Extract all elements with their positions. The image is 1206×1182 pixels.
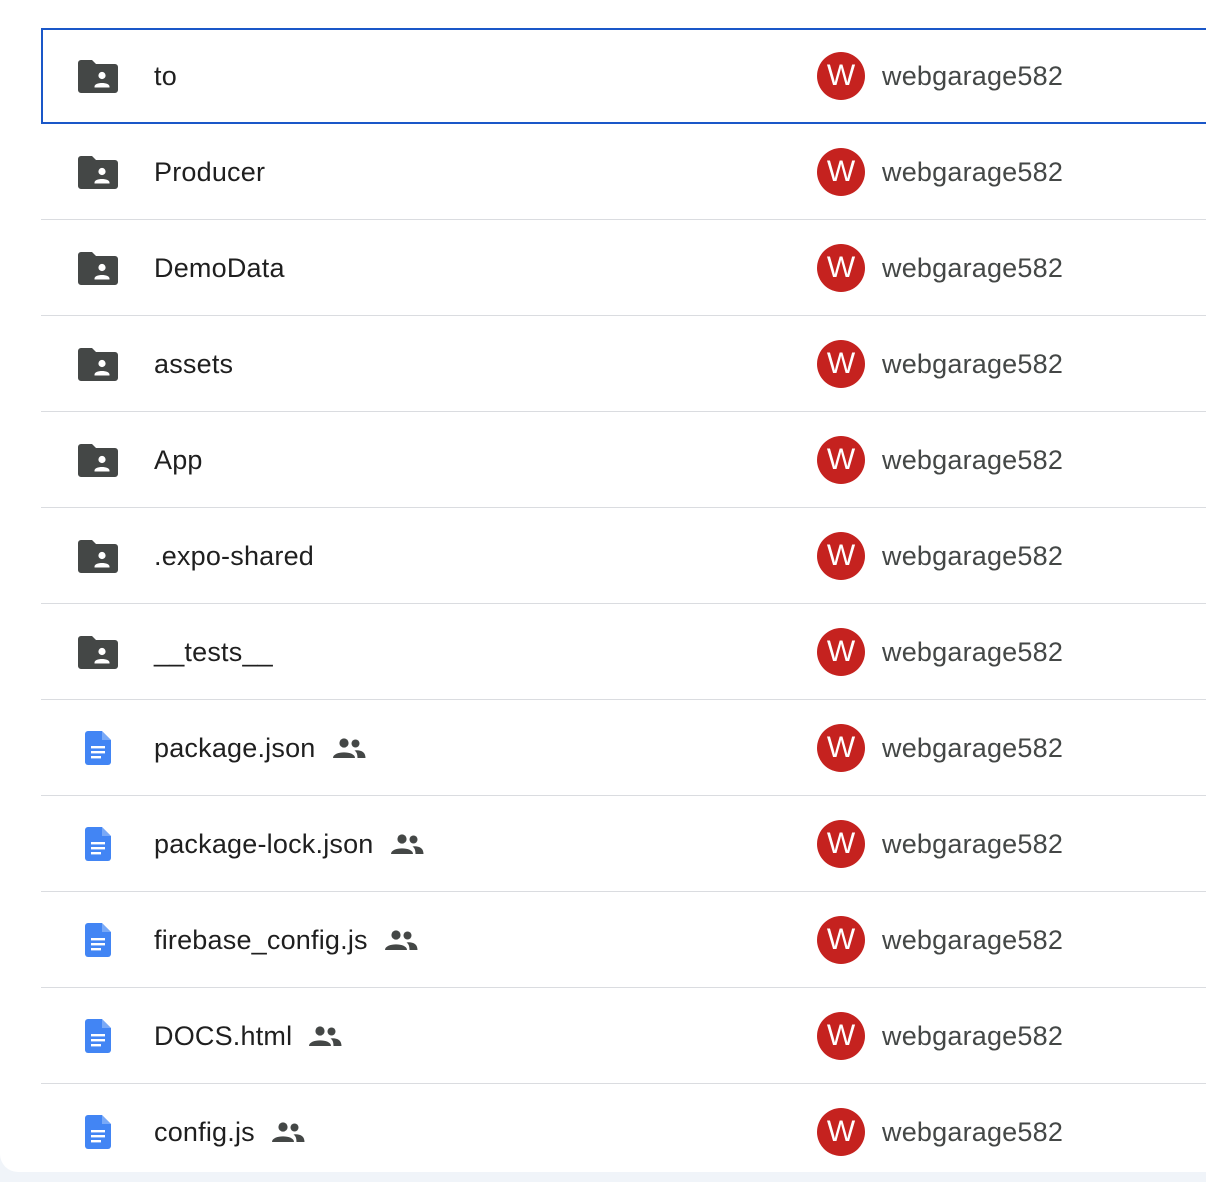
file-row[interactable]: firebase_config.js W webgarage582	[41, 892, 1206, 988]
owner-cell: W webgarage582	[817, 988, 1063, 1084]
owner-cell: W webgarage582	[817, 700, 1063, 796]
owner-name: webgarage582	[882, 924, 1064, 955]
file-name-cell: App	[154, 412, 203, 508]
file-row[interactable]: assets W webgarage582	[41, 316, 1206, 412]
shared-folder-icon	[77, 248, 119, 288]
owner-cell: W webgarage582	[817, 508, 1063, 604]
file-name: package-lock.json	[154, 828, 374, 859]
owner-cell: W webgarage582	[817, 1084, 1063, 1180]
owner-avatar: W	[817, 916, 865, 964]
file-row[interactable]: package-lock.json W webgarage582	[41, 796, 1206, 892]
file-name-cell: package-lock.json	[154, 796, 424, 892]
owner-name: webgarage582	[882, 1020, 1064, 1051]
owner-name: webgarage582	[882, 732, 1064, 763]
owner-avatar: W	[817, 724, 865, 772]
document-icon	[77, 824, 119, 864]
file-row[interactable]: DemoData W webgarage582	[41, 220, 1206, 316]
file-name: .expo-shared	[154, 540, 314, 571]
file-row[interactable]: Producer W webgarage582	[41, 124, 1206, 220]
file-name: assets	[154, 348, 234, 379]
file-row[interactable]: config.js W webgarage582	[41, 1084, 1206, 1180]
file-name: Producer	[154, 156, 266, 187]
owner-name: webgarage582	[882, 636, 1064, 667]
owner-avatar: W	[817, 1012, 865, 1060]
owner-name: webgarage582	[882, 156, 1064, 187]
file-name: __tests__	[154, 636, 273, 667]
file-name: App	[154, 444, 203, 475]
owner-avatar: W	[817, 436, 865, 484]
owner-cell: W webgarage582	[817, 124, 1063, 220]
shared-folder-icon	[77, 344, 119, 384]
document-icon	[77, 728, 119, 768]
file-name-cell: firebase_config.js	[154, 892, 418, 988]
document-icon	[77, 1112, 119, 1152]
shared-folder-icon	[77, 536, 119, 576]
file-name: DemoData	[154, 252, 285, 283]
shared-folder-icon	[77, 152, 119, 192]
file-name-cell: __tests__	[154, 604, 273, 700]
document-icon	[77, 920, 119, 960]
owner-cell: W webgarage582	[817, 892, 1063, 988]
shared-people-icon	[308, 1025, 342, 1047]
file-name-cell: assets	[154, 316, 233, 412]
owner-avatar: W	[817, 820, 865, 868]
file-name: to	[154, 60, 177, 91]
file-name-cell: .expo-shared	[154, 508, 314, 604]
file-row[interactable]: package.json W webgarage582	[41, 700, 1206, 796]
file-name-cell: DOCS.html	[154, 988, 342, 1084]
file-row[interactable]: DOCS.html W webgarage582	[41, 988, 1206, 1084]
owner-avatar: W	[817, 628, 865, 676]
file-name: firebase_config.js	[154, 924, 368, 955]
shared-folder-icon	[77, 440, 119, 480]
owner-name: webgarage582	[882, 540, 1064, 571]
owner-avatar: W	[817, 52, 865, 100]
owner-avatar: W	[817, 148, 865, 196]
owner-name: webgarage582	[882, 60, 1064, 91]
shared-people-icon	[384, 929, 418, 951]
shared-people-icon	[332, 737, 366, 759]
file-name-cell: config.js	[154, 1084, 305, 1180]
document-icon	[77, 1016, 119, 1056]
owner-cell: W webgarage582	[817, 796, 1063, 892]
owner-cell: W webgarage582	[817, 604, 1063, 700]
owner-avatar: W	[817, 532, 865, 580]
file-name: package.json	[154, 732, 316, 763]
owner-avatar: W	[817, 1108, 865, 1156]
file-row[interactable]: App W webgarage582	[41, 412, 1206, 508]
file-list: to W webgarage582 Producer W webgarage58…	[41, 28, 1206, 1180]
shared-folder-icon	[77, 632, 119, 672]
owner-name: webgarage582	[882, 828, 1064, 859]
owner-name: webgarage582	[882, 348, 1064, 379]
file-name: DOCS.html	[154, 1020, 293, 1051]
owner-avatar: W	[817, 244, 865, 292]
owner-cell: W webgarage582	[817, 316, 1063, 412]
file-name-cell: to	[154, 30, 177, 122]
file-row[interactable]: .expo-shared W webgarage582	[41, 508, 1206, 604]
shared-folder-icon	[77, 56, 119, 96]
owner-name: webgarage582	[882, 252, 1064, 283]
file-list-panel: to W webgarage582 Producer W webgarage58…	[0, 0, 1206, 1172]
file-name-cell: package.json	[154, 700, 366, 796]
owner-cell: W webgarage582	[817, 220, 1063, 316]
owner-name: webgarage582	[882, 444, 1064, 475]
file-name-cell: Producer	[154, 124, 265, 220]
owner-avatar: W	[817, 340, 865, 388]
owner-cell: W webgarage582	[817, 30, 1063, 122]
shared-people-icon	[390, 833, 424, 855]
file-name-cell: DemoData	[154, 220, 285, 316]
file-row[interactable]: __tests__ W webgarage582	[41, 604, 1206, 700]
owner-cell: W webgarage582	[817, 412, 1063, 508]
file-row[interactable]: to W webgarage582	[41, 28, 1206, 124]
owner-name: webgarage582	[882, 1116, 1064, 1147]
shared-people-icon	[271, 1121, 305, 1143]
file-name: config.js	[154, 1116, 255, 1147]
